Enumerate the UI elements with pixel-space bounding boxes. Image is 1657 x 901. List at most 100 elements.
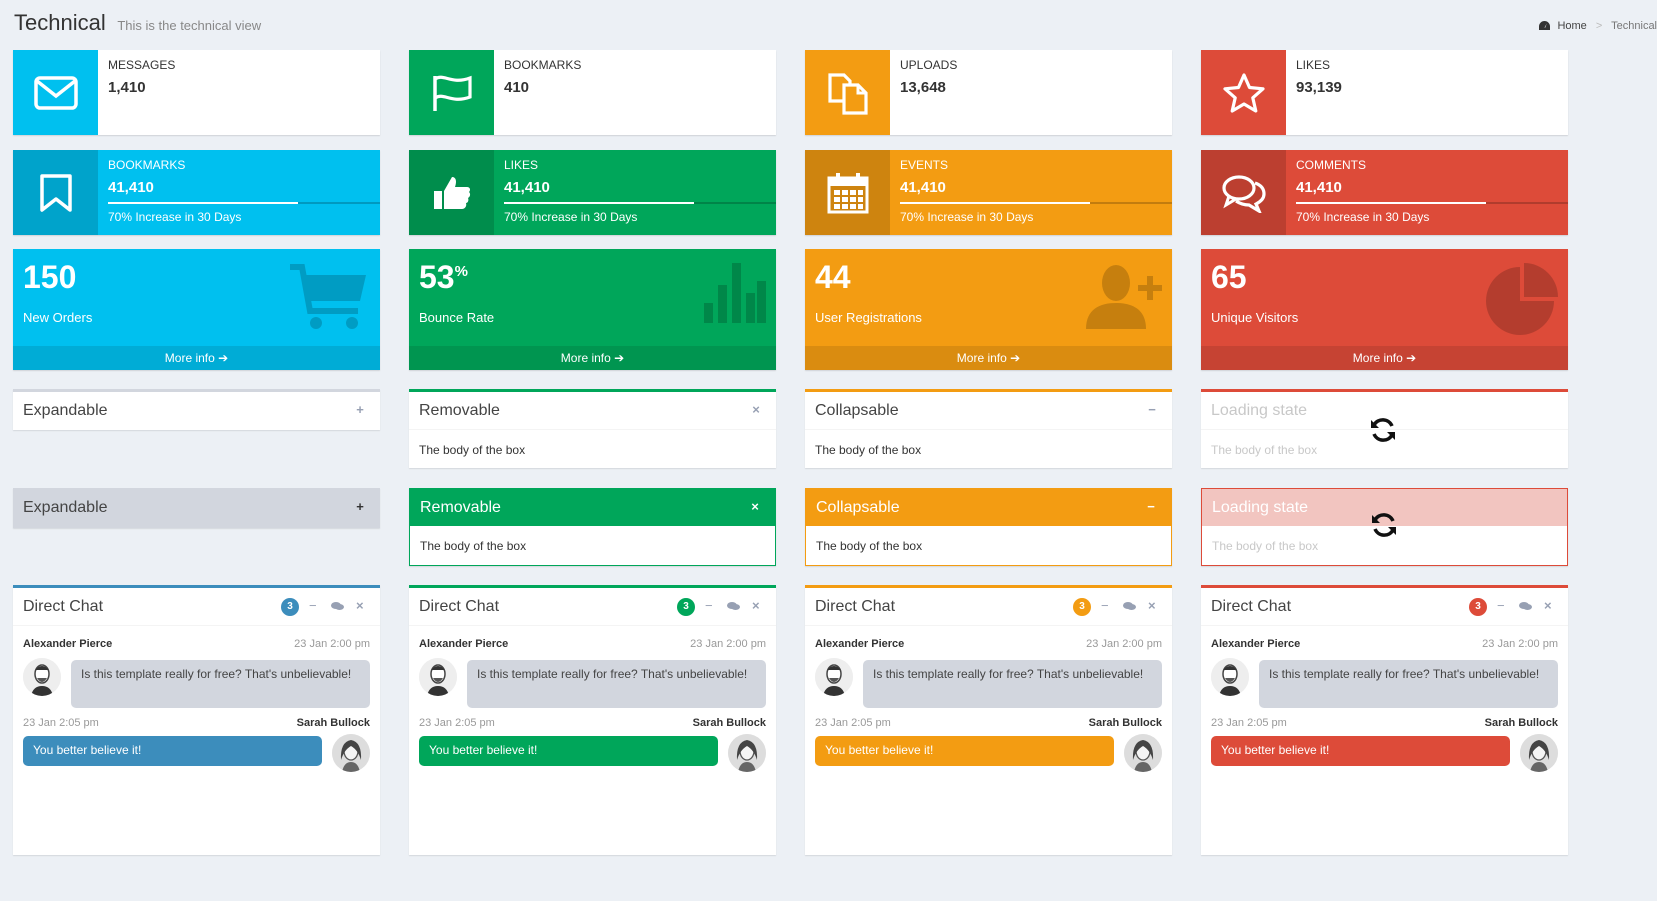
direct-chat-green: Direct Chat 3 − × Alexander Pierce 23 Jan… [409,585,776,855]
close-icon[interactable]: × [749,500,761,513]
progress-description: 70% Increase in 30 Days [108,210,242,224]
minus-icon[interactable]: − [1101,598,1109,613]
solid-info-box-events: EVENTS 41,410 70% Increase in 30 Days [805,150,1172,235]
arrow-circle-right-icon: ➔ [218,351,229,365]
info-box-value: 41,410 [504,179,550,196]
close-icon[interactable]: × [356,598,364,613]
chat-text: You better believe it! [1211,736,1510,766]
box-title: Direct Chat [1211,598,1292,615]
small-box-new-orders: 150 New Orders More info ➔ [13,249,380,370]
chat-message-left: Alexander Pierce 23 Jan 2:00 pm Is this t… [419,638,766,708]
comments-icon[interactable] [727,600,740,615]
chat-text: Is this template really for free? That's… [1259,660,1558,708]
progress-description: 70% Increase in 30 Days [900,210,1034,224]
box-removable: Removable × The body of the box [409,389,776,468]
more-info-label: More info [956,351,1007,365]
small-box-bounce-rate: 53% Bounce Rate More info ➔ [409,249,776,370]
breadcrumb-separator: > [1595,20,1603,32]
info-box-value: 41,410 [108,179,154,196]
content-header: Technical This is the technical view Hom… [14,10,1657,40]
chat-message-right: 23 Jan 2:05 pm Sarah Bullock You better b… [23,717,370,772]
avatar [23,658,61,696]
avatar [1124,734,1162,772]
breadcrumb-home[interactable]: Home [1557,20,1586,32]
chat-message-left: Alexander Pierce 23 Jan 2:00 pm Is this t… [1211,638,1558,708]
minus-icon[interactable]: − [1145,500,1157,513]
avatar [1520,734,1558,772]
info-box-bookmarks: BOOKMARKS 410 [409,50,776,135]
chat-text: Is this template really for free? That's… [467,660,766,708]
comments-icon[interactable] [331,600,344,615]
avatar [1211,658,1249,696]
solid-info-box-bookmarks: BOOKMARKS 41,410 70% Increase in 30 Days [13,150,380,235]
info-box-value: 13,648 [900,79,946,96]
more-info-link[interactable]: More info ➔ [13,346,380,370]
refresh-icon [1369,416,1397,447]
more-info-label: More info [164,351,215,365]
box-expandable: Expandable + [13,389,380,430]
minus-icon[interactable]: − [1146,403,1158,416]
minus-icon[interactable]: − [705,598,713,613]
info-box-messages: MESSAGES 1,410 [13,50,380,135]
info-box-value: 93,139 [1296,79,1342,96]
small-box-number: 65 [1211,259,1247,295]
chat-message-left: Alexander Pierce 23 Jan 2:00 pm Is this t… [815,638,1162,708]
comments-icon[interactable] [1519,600,1532,615]
box-body: The body of the box [816,539,923,553]
small-box-number: 44 [815,259,851,295]
pie-chart-icon [1484,263,1558,340]
more-info-label: More info [1352,351,1403,365]
box-expandable-solid: Expandable + [13,488,380,528]
info-box-label: BOOKMARKS [504,58,582,72]
info-box-label: LIKES [1296,58,1331,72]
arrow-circle-right-icon: ➔ [1010,351,1021,365]
chat-sender: Alexander Pierce [419,638,509,650]
minus-icon[interactable]: − [309,598,317,613]
chat-timestamp: 23 Jan 2:00 pm [1482,638,1558,650]
info-box-label: EVENTS [900,158,949,172]
small-box-label: User Registrations [815,310,922,325]
comments-icon[interactable] [1123,600,1136,615]
box-title: Expandable [23,499,108,516]
dashboard-icon [1539,20,1553,32]
close-icon[interactable]: × [752,598,760,613]
box-removable-solid: Removable × The body of the box [409,488,776,566]
bar-chart-icon [704,263,766,326]
small-box-label: Bounce Rate [419,310,495,325]
message-count-badge: 3 [1073,598,1091,616]
small-box-user-registrations: 44 User Registrations More info ➔ [805,249,1172,370]
more-info-link[interactable]: More info ➔ [805,346,1172,370]
info-box-value: 1,410 [108,79,146,96]
page-title: Technical [14,10,106,35]
close-icon[interactable]: × [1148,598,1156,613]
flag-icon [409,50,494,135]
box-title: Removable [419,402,500,419]
info-box-label: COMMENTS [1296,158,1366,172]
info-box-likes: LIKES 93,139 [1201,50,1568,135]
chat-sender: Alexander Pierce [23,638,113,650]
chat-message-left: Alexander Pierce 23 Jan 2:00 pm Is this t… [23,638,370,708]
message-count-badge: 3 [1469,598,1487,616]
small-box-number: 150 [23,259,77,295]
avatar [419,658,457,696]
calendar-icon [805,150,890,235]
breadcrumb-current: Technical [1611,20,1657,32]
direct-chat-yellow: Direct Chat 3 − × Alexander Pierce 23 Jan… [805,585,1172,855]
info-box-label: LIKES [504,158,539,172]
minus-icon[interactable]: − [1497,598,1505,613]
plus-icon[interactable]: + [354,403,366,416]
box-loading-state-solid: Loading state The body of the box [1201,488,1568,566]
more-info-link[interactable]: More info ➔ [1201,346,1568,370]
message-count-badge: 3 [281,598,299,616]
chat-sender: Sarah Bullock [296,717,370,729]
avatar [728,734,766,772]
arrow-circle-right-icon: ➔ [1406,351,1417,365]
more-info-link[interactable]: More info ➔ [409,346,776,370]
refresh-icon [1370,511,1398,542]
close-icon[interactable]: × [750,403,762,416]
plus-icon[interactable]: + [354,500,366,513]
info-box-label: UPLOADS [900,58,958,72]
close-icon[interactable]: × [1544,598,1552,613]
box-title: Expandable [23,402,108,419]
thumbs-up-icon [409,150,494,235]
